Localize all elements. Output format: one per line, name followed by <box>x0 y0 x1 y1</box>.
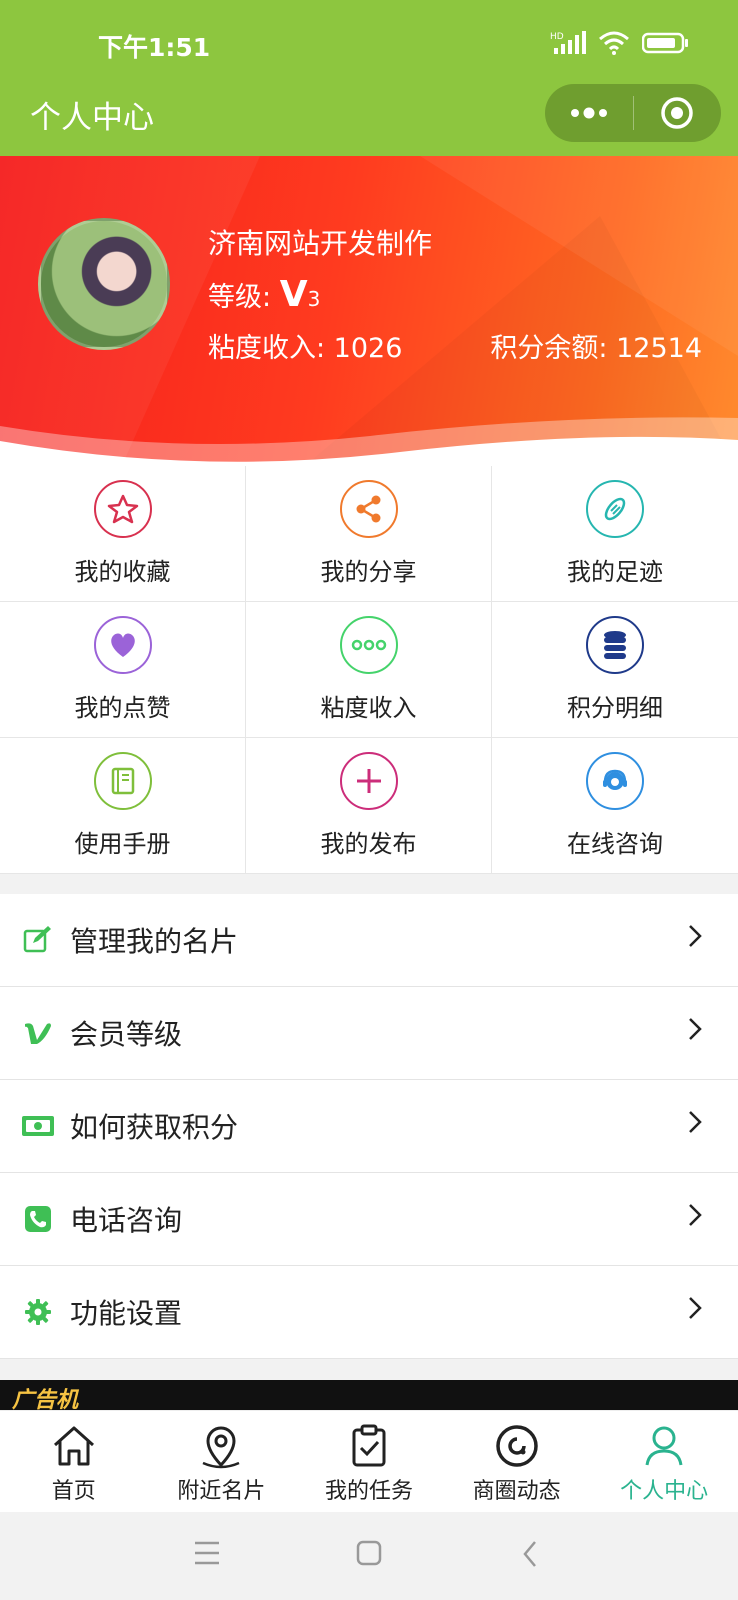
footprint-icon <box>586 480 644 538</box>
tab-business-news[interactable]: 商圈动态 <box>443 1411 591 1512</box>
ad-banner-text: 广告机 <box>12 1388 79 1410</box>
menu-item-label: 电话咨询 <box>70 1204 183 1237</box>
tab-label: 我的任务 <box>324 1479 413 1504</box>
location-icon <box>202 1426 240 1469</box>
level-number: 3 <box>307 287 321 311</box>
task-icon <box>352 1424 386 1467</box>
tab-label: 商圈动态 <box>472 1479 561 1504</box>
chevron-right-icon <box>689 925 702 947</box>
tab-label: 附近名片 <box>177 1479 266 1504</box>
close-mini-program-button[interactable] <box>634 84 722 142</box>
share-icon <box>339 480 398 538</box>
grid-item-label: 我的收藏 <box>74 558 171 586</box>
grid-item-label: 我的点赞 <box>74 694 171 722</box>
grid-item-label: 我的足迹 <box>567 558 663 586</box>
gear-icon <box>20 1294 56 1330</box>
dots-icon <box>339 616 398 674</box>
menu-item-member-level[interactable]: 会员等级 <box>0 987 738 1080</box>
tab-personal-center[interactable]: 个人中心 <box>590 1411 738 1512</box>
tab-label: 首页 <box>51 1479 96 1504</box>
profile-income: 粘度收入: 1026 <box>208 333 403 364</box>
grid-item-label: 在线咨询 <box>567 830 663 858</box>
tab-label: 个人中心 <box>620 1479 709 1504</box>
level-value: V <box>279 274 308 315</box>
menu-list: 管理我的名片 会员等级 如何获取积分 电话咨询 功能设置 <box>0 894 738 1359</box>
page-title: 个人中心 <box>30 100 154 136</box>
money-icon <box>20 1108 56 1144</box>
menu-item-get-points[interactable]: 如何获取积分 <box>0 1080 738 1173</box>
book-icon <box>93 752 152 810</box>
grid-item-footprints[interactable]: 我的足迹 <box>492 466 738 602</box>
star-icon <box>93 480 152 538</box>
tab-my-tasks[interactable]: 我的任务 <box>295 1411 443 1512</box>
user-icon <box>645 1426 683 1466</box>
grid-item-label: 积分明细 <box>567 694 663 722</box>
chevron-right-icon <box>689 1018 702 1040</box>
grid-item-label: 使用手册 <box>74 830 171 858</box>
menu-item-label: 功能设置 <box>70 1297 183 1330</box>
grid-item-publish[interactable]: 我的发布 <box>246 738 492 874</box>
profile-name: 济南网站开发制作 <box>208 227 433 260</box>
menu-item-settings[interactable]: 功能设置 <box>0 1266 738 1359</box>
status-time: 下午1:51 <box>98 33 211 62</box>
grid-item-points-detail[interactable]: 积分明细 <box>492 602 738 738</box>
tab-bar: 首页 附近名片 我的任务 商圈动态 个人中心 <box>0 1410 738 1512</box>
top-bar: 下午1:51 HD 个人中心 <box>0 0 738 156</box>
grid-item-label: 粘度收入 <box>320 694 417 722</box>
heart-icon <box>93 616 152 674</box>
plus-icon <box>339 752 398 810</box>
tab-nearby-cards[interactable]: 附近名片 <box>148 1411 296 1512</box>
grid-item-label: 我的分享 <box>320 558 417 586</box>
profile-level: 等级: V3 <box>208 274 320 315</box>
menu-icon[interactable] <box>193 1540 221 1566</box>
circle-icon <box>495 1425 538 1467</box>
back-icon[interactable] <box>522 1540 538 1568</box>
menu-item-manage-card[interactable]: 管理我的名片 <box>0 894 738 987</box>
grid-item-income[interactable]: 粘度收入 <box>246 602 492 738</box>
home-icon <box>53 1426 94 1466</box>
grid-item-likes[interactable]: 我的点赞 <box>0 602 246 738</box>
coins-icon <box>586 616 644 674</box>
level-label: 等级: <box>208 282 272 313</box>
profile-header: 济南网站开发制作 等级: V3 粘度收入: 1026 积分余额: 12514 <box>0 156 738 470</box>
chevron-right-icon <box>689 1204 702 1226</box>
headset-icon <box>586 752 644 810</box>
menu-item-label: 会员等级 <box>70 1018 183 1051</box>
menu-item-label: 管理我的名片 <box>70 925 239 958</box>
profile-balance: 积分余额: 12514 <box>490 333 702 364</box>
ad-banner[interactable]: 广告机 <box>0 1380 738 1410</box>
menu-item-phone-consult[interactable]: 电话咨询 <box>0 1173 738 1266</box>
status-icons: HD <box>550 30 690 60</box>
grid-item-manual[interactable]: 使用手册 <box>0 738 246 874</box>
grid-item-favorites[interactable]: 我的收藏 <box>0 466 246 602</box>
grid-item-online-consult[interactable]: 在线咨询 <box>492 738 738 874</box>
vip-icon <box>20 1015 56 1051</box>
battery-icon <box>641 32 690 58</box>
more-dots-icon <box>570 107 607 119</box>
signal-hd-tag: HD <box>550 32 564 42</box>
phone-icon <box>20 1201 56 1237</box>
wifi-icon <box>598 31 630 59</box>
mini-program-capsule <box>545 84 721 142</box>
chevron-right-icon <box>689 1111 702 1133</box>
home-square-icon[interactable] <box>356 1540 382 1566</box>
system-navigation <box>0 1512 738 1600</box>
grid-item-label: 我的发布 <box>320 830 417 858</box>
more-button[interactable] <box>545 84 633 142</box>
chevron-right-icon <box>689 1297 702 1319</box>
avatar[interactable] <box>38 218 170 350</box>
edit-icon <box>20 922 56 958</box>
menu-item-label: 如何获取积分 <box>70 1111 239 1144</box>
tab-home[interactable]: 首页 <box>0 1411 148 1512</box>
feature-grid: 我的收藏 我的分享 我的足迹 我的点赞 粘度收入 积分明细 使用手册 我的发布 … <box>0 466 738 874</box>
signal-icon: HD <box>550 30 586 60</box>
grid-item-share[interactable]: 我的分享 <box>246 466 492 602</box>
target-icon <box>661 97 693 129</box>
